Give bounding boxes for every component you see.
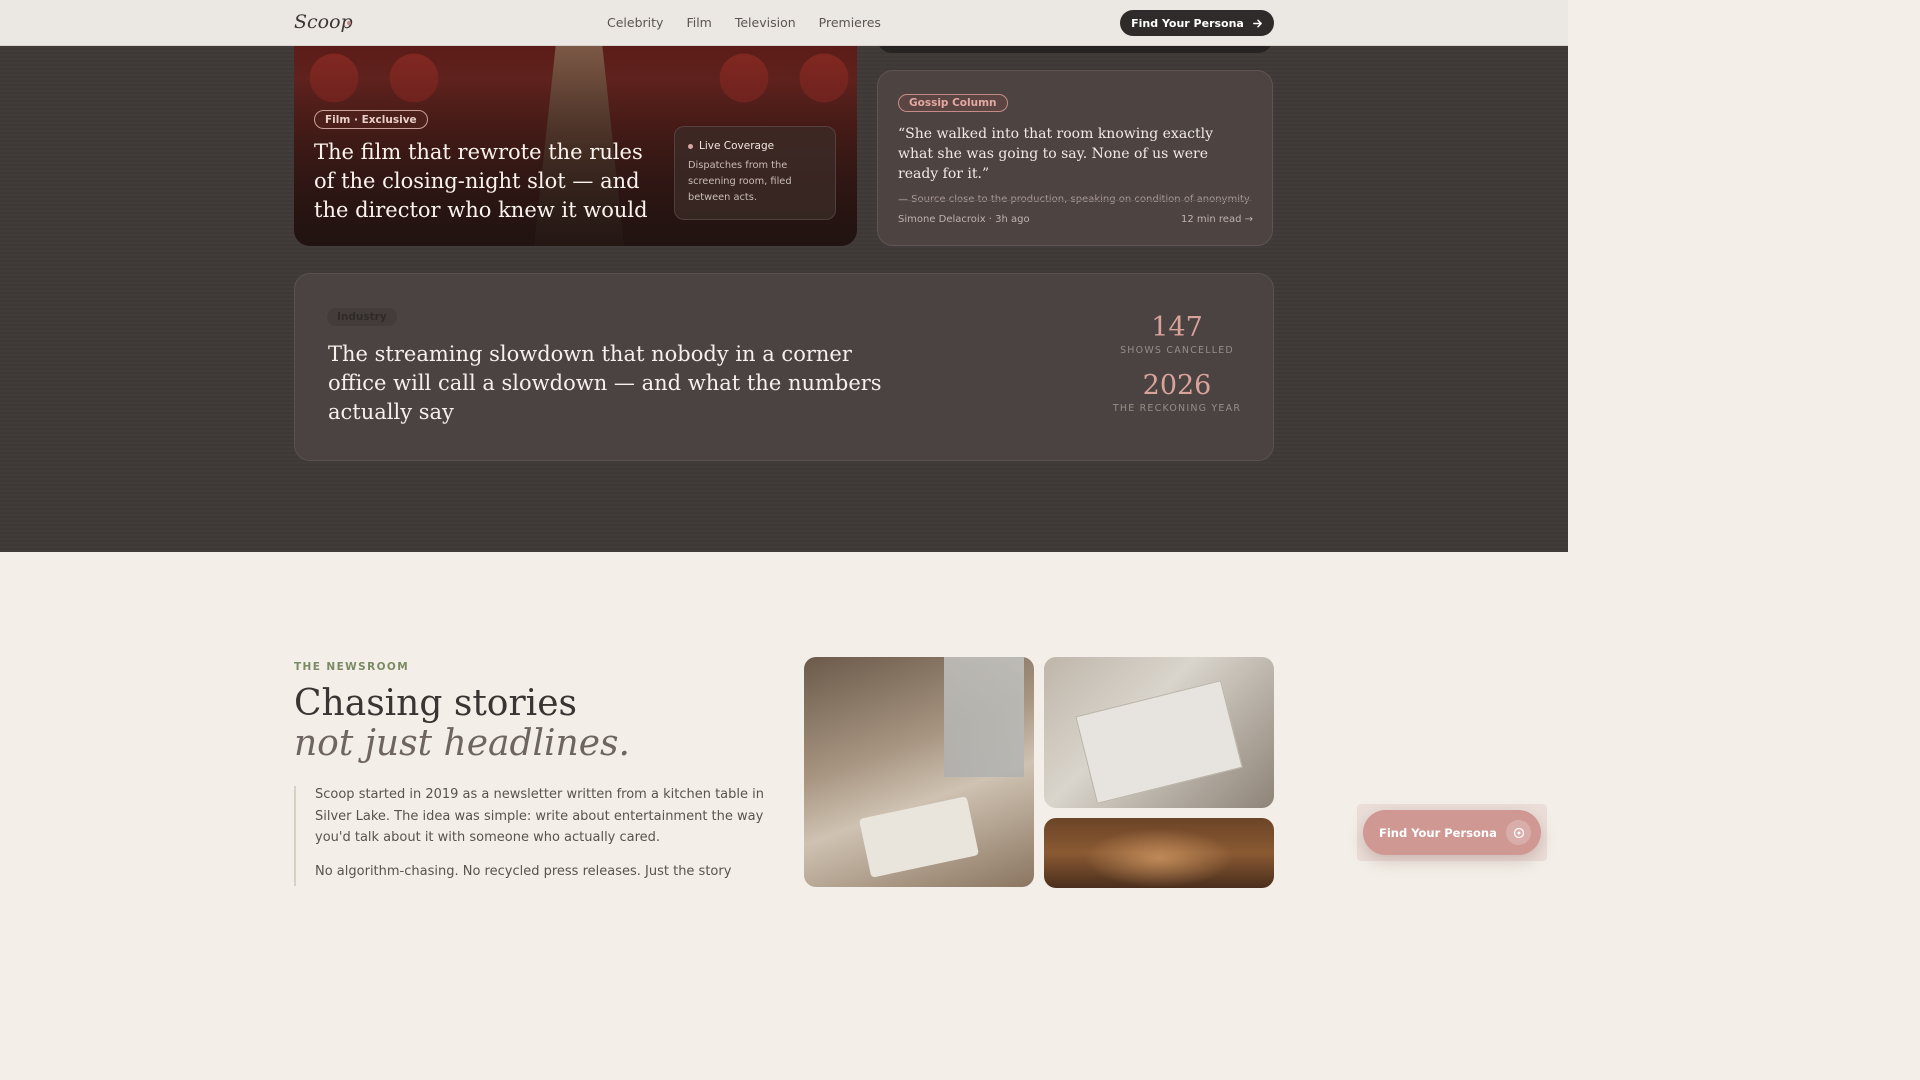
section-heading: Chasing stories <box>294 683 577 724</box>
industry-card[interactable]: Industry The streaming slowdown that nob… <box>294 273 1274 461</box>
target-icon <box>1506 820 1531 845</box>
nav-links: Celebrity Film Television Premieres <box>607 15 881 30</box>
desk-notebook-photo <box>804 657 1034 887</box>
industry-tag: Industry <box>327 308 397 326</box>
newspapers-photo <box>1044 657 1274 808</box>
read-time-link[interactable]: 12 min read → <box>1181 214 1253 225</box>
stat-label: THE RECKONING YEAR <box>1112 403 1242 414</box>
find-persona-button[interactable]: Find Your Persona <box>1120 10 1274 36</box>
live-heading: Live Coverage <box>699 140 775 152</box>
arrow-right-icon <box>1252 19 1262 27</box>
section-eyebrow: THE NEWSROOM <box>294 661 410 673</box>
nav-link-celebrity[interactable]: Celebrity <box>607 15 663 30</box>
divider <box>898 200 1252 201</box>
section-heading-italic: not just headlines. <box>294 723 630 764</box>
newsroom-paragraph-2: No algorithm-chasing. No recycled press … <box>315 864 732 879</box>
paragraph-accent-bar <box>294 786 296 886</box>
gossip-byline: Simone Delacroix · 3h ago <box>898 214 1030 225</box>
find-persona-label: Find Your Persona <box>1131 16 1244 30</box>
gossip-tag: Gossip Column <box>898 94 1008 112</box>
live-description: Dispatches from the screening room, file… <box>688 160 792 203</box>
nav-link-film[interactable]: Film <box>686 15 711 30</box>
stat-label: SHOWS CANCELLED <box>1120 345 1234 356</box>
floating-find-persona-button[interactable]: Find Your Persona <box>1363 810 1541 855</box>
industry-headline[interactable]: The streaming slowdown that nobody in a … <box>328 340 888 427</box>
gossip-card[interactable]: Gossip Column “She walked into that room… <box>877 70 1273 246</box>
nav-link-television[interactable]: Television <box>735 15 796 30</box>
stat-shows-cancelled: 147 SHOWS CANCELLED <box>1092 312 1262 356</box>
film-headline[interactable]: The film that rewrote the rules of the c… <box>314 138 659 225</box>
nav-link-premieres[interactable]: Premieres <box>819 15 881 30</box>
newsroom-paragraph-1: Scoop started in 2019 as a newsletter wr… <box>315 787 764 845</box>
live-coverage-box[interactable]: Live Coverage Dispatches from the screen… <box>674 126 836 220</box>
gossip-quote: “She walked into that room knowing exact… <box>898 126 1214 182</box>
stat-reckoning-year: 2026 THE RECKONING YEAR <box>1092 370 1262 414</box>
top-navbar: Scoop Celebrity Film Television Premiere… <box>0 0 1568 46</box>
logo-dot-icon <box>347 21 351 25</box>
floating-cta-label: Find Your Persona <box>1379 825 1497 840</box>
team-at-laptop-photo <box>1044 818 1274 888</box>
live-dot-icon <box>688 143 693 149</box>
film-category-tag: Film · Exclusive <box>314 110 428 129</box>
stat-value: 147 <box>1151 312 1203 343</box>
logo[interactable]: Scoop <box>294 11 353 33</box>
stat-value: 2026 <box>1142 370 1212 401</box>
